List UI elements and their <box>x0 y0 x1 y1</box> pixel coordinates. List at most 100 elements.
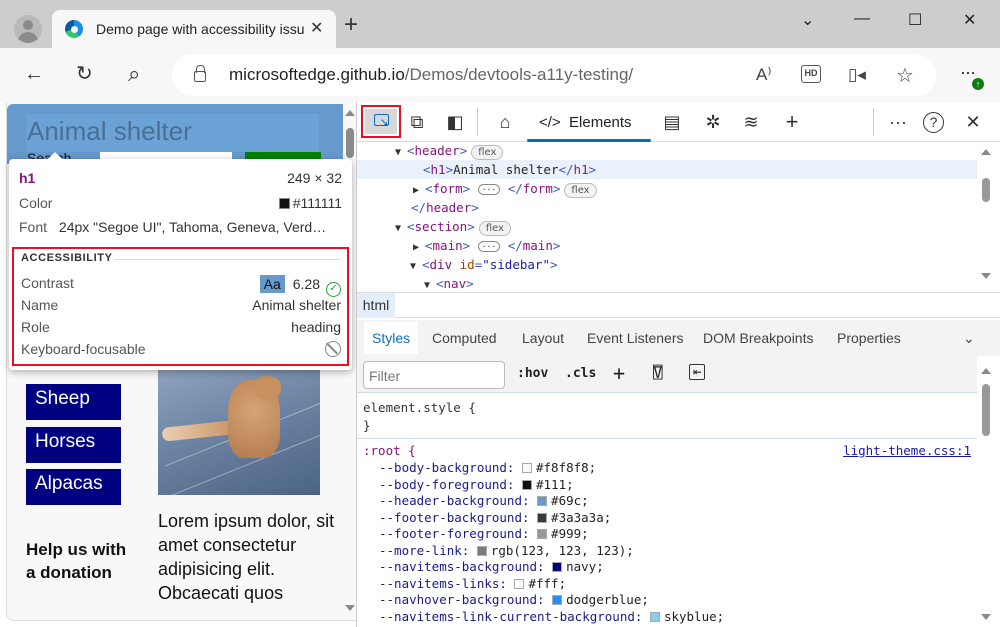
ellipsis-icon[interactable]: ··· <box>477 241 501 252</box>
css-property-name[interactable]: --navitems-background: <box>379 559 552 574</box>
css-property-name[interactable]: --body-foreground: <box>379 477 522 492</box>
color-swatch-icon[interactable] <box>522 463 532 473</box>
css-property-value[interactable]: rgb(123, 123, 123); <box>491 543 634 558</box>
css-variable-row[interactable]: --footer-background: #3a3a3a; <box>379 509 611 526</box>
hover-state-button[interactable]: :hov <box>517 366 548 381</box>
dom-node-section[interactable]: ▼ <section> flex <box>357 217 977 236</box>
subtab-event-listeners[interactable]: Event Listeners <box>587 330 684 346</box>
color-swatch-icon[interactable] <box>514 578 525 589</box>
profile-avatar-icon[interactable] <box>14 15 42 43</box>
flex-badge[interactable]: flex <box>478 221 511 236</box>
tab-elements[interactable]: </> Elements <box>527 106 651 142</box>
css-property-name[interactable]: --navitems-link-current-background: <box>379 609 650 624</box>
scroll-thumb[interactable] <box>982 384 990 436</box>
dom-node-div-sidebar[interactable]: ▼ <div id="sidebar"> <box>357 255 977 274</box>
css-property-name[interactable]: --navhover-background: <box>379 592 552 607</box>
browser-tab[interactable]: Demo page with accessibility issu ✕ <box>52 10 336 48</box>
more-subtabs-chevron-icon[interactable]: ⌄ <box>963 330 975 347</box>
url-text[interactable]: microsoftedge.github.io/Demos/devtools-a… <box>229 65 633 85</box>
close-tab-icon[interactable]: ✕ <box>310 18 323 38</box>
inspect-element-button[interactable] <box>361 105 401 138</box>
read-aloud-icon[interactable]: A⁾ <box>756 65 772 85</box>
color-swatch-icon[interactable] <box>537 496 548 506</box>
scroll-thumb[interactable] <box>346 128 354 158</box>
styles-scrollbar[interactable] <box>979 356 993 624</box>
console-icon[interactable]: ▤ <box>660 110 684 134</box>
css-property-value[interactable]: #69c; <box>551 493 589 508</box>
help-icon[interactable]: ? <box>923 112 944 133</box>
close-window-button[interactable]: ✕ <box>963 10 976 30</box>
toggle-sidebar-icon[interactable]: ⇤ <box>689 364 706 380</box>
nav-item-sheep[interactable]: Sheep <box>26 384 121 420</box>
immersive-reader-icon[interactable]: ▯◂ <box>848 65 866 85</box>
element-style-open[interactable]: element.style { <box>363 399 476 416</box>
dom-tree[interactable]: ▼ <header> flex <h1>Animal shelter</h1> ▶ <… <box>357 141 1000 291</box>
source-link[interactable]: light-theme.css:1 <box>843 442 971 459</box>
lock-icon[interactable] <box>194 65 206 82</box>
subtab-computed[interactable]: Computed <box>432 330 497 346</box>
color-swatch-icon[interactable] <box>537 529 548 539</box>
css-variable-row[interactable]: --navitems-link-current-background: skyb… <box>379 608 724 625</box>
flex-badge[interactable]: flex <box>471 145 504 160</box>
color-swatch-icon[interactable] <box>649 611 660 622</box>
maximize-button[interactable]: ☐ <box>908 10 922 30</box>
color-swatch-icon[interactable] <box>537 512 548 523</box>
new-tab-button[interactable]: + <box>344 13 358 37</box>
css-property-name[interactable]: --header-background: <box>379 493 537 508</box>
dom-node-header[interactable]: ▼ <header> flex <box>357 141 977 160</box>
css-variable-row[interactable]: --navhover-background: dodgerblue; <box>379 591 649 608</box>
flex-badge[interactable]: flex <box>564 183 597 198</box>
dom-node-form[interactable]: ▶ <form> ··· </form> flex <box>357 179 977 198</box>
nav-item-alpacas[interactable]: Alpacas <box>26 469 121 505</box>
css-variable-row[interactable]: --footer-foreground: #999; <box>379 525 589 542</box>
css-property-value[interactable]: #f8f8f8; <box>536 460 596 475</box>
color-swatch-icon[interactable] <box>522 479 532 490</box>
scroll-up-icon[interactable] <box>981 149 991 155</box>
css-variable-row[interactable]: --body-background: #f8f8f8; <box>379 459 596 476</box>
more-tools-plus-icon[interactable]: + <box>780 110 804 134</box>
css-property-name[interactable]: --footer-background: <box>379 510 537 525</box>
subtab-dom-breakpoints[interactable]: DOM Breakpoints <box>703 330 813 346</box>
minimize-button[interactable]: — <box>854 10 870 28</box>
search-icon[interactable]: ⌕ <box>128 63 140 85</box>
css-property-name[interactable]: --navitems-links: <box>379 576 514 591</box>
css-variable-row[interactable]: --header-background: #69c; <box>379 492 589 509</box>
scroll-down-icon[interactable] <box>981 614 991 620</box>
ellipsis-icon[interactable]: ··· <box>477 184 501 195</box>
css-variable-row[interactable]: --body-foreground: #111; <box>379 476 574 493</box>
css-property-value[interactable]: #999; <box>551 526 589 541</box>
dom-node-header-close[interactable]: </header> <box>357 198 977 217</box>
css-property-value[interactable]: #111; <box>536 477 574 492</box>
css-property-name[interactable]: --body-background: <box>379 460 522 475</box>
dom-node-main[interactable]: ▶ <main> ··· </main> <box>357 236 977 255</box>
scroll-down-icon[interactable] <box>345 605 355 611</box>
refresh-button[interactable]: ↻ <box>76 64 93 84</box>
css-property-name[interactable]: --more-link: <box>379 543 477 558</box>
css-property-name[interactable]: --footer-foreground: <box>379 526 537 541</box>
scroll-up-icon[interactable] <box>981 368 991 374</box>
welcome-home-icon[interactable]: ⌂ <box>493 110 517 134</box>
favorite-star-icon[interactable]: ☆ <box>896 63 914 88</box>
css-property-value[interactable]: dodgerblue; <box>566 592 649 607</box>
new-style-rule-icon[interactable]: + <box>613 361 625 385</box>
network-wifi-icon[interactable]: ≋ <box>739 110 763 134</box>
nav-item-horses[interactable]: Horses <box>26 427 121 463</box>
paint-brush-icon[interactable]: ⍔ <box>653 363 663 382</box>
address-bar[interactable]: microsoftedge.github.io/Demos/devtools-a… <box>172 54 936 96</box>
css-property-value[interactable]: skyblue; <box>664 609 724 624</box>
css-variable-row[interactable]: --navitems-links: #fff; <box>379 575 566 592</box>
dock-side-icon[interactable]: ◧ <box>443 110 467 134</box>
css-variable-row[interactable]: --more-link: rgb(123, 123, 123); <box>379 542 634 559</box>
class-toggle-button[interactable]: .cls <box>565 366 596 381</box>
scroll-down-icon[interactable] <box>981 273 991 279</box>
customize-more-icon[interactable]: ··· <box>886 110 910 134</box>
color-swatch-icon[interactable] <box>476 545 487 556</box>
device-emulation-icon[interactable]: ⧉ <box>405 110 429 134</box>
dom-tree-scrollbar[interactable] <box>979 142 993 287</box>
css-variable-row[interactable]: --navitems-background: navy; <box>379 558 604 575</box>
scroll-thumb[interactable] <box>982 178 990 202</box>
back-button[interactable]: ← <box>24 64 44 84</box>
tab-actions-chevron-icon[interactable]: ⌄ <box>801 10 814 30</box>
dom-node-h1[interactable]: <h1>Animal shelter</h1> <box>357 160 977 179</box>
color-swatch-icon[interactable] <box>552 595 563 605</box>
